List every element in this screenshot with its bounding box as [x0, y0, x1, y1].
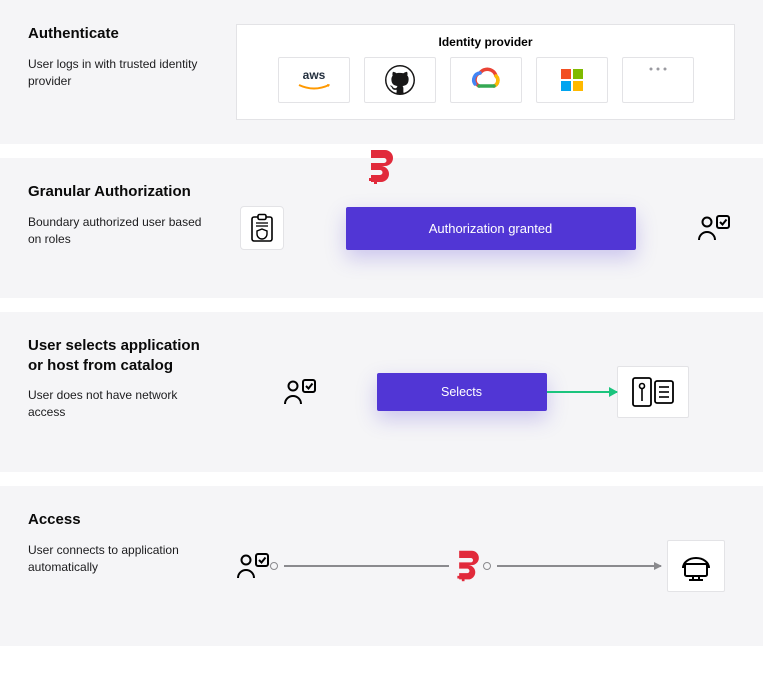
catalog-icon [617, 366, 689, 418]
arrow-green-icon [547, 391, 617, 393]
provider-google-cloud [450, 57, 522, 103]
authorization-desc: Boundary authorized user based on roles [28, 214, 218, 249]
provider-more [622, 57, 694, 103]
section-access: Access User connects to application auto… [0, 486, 763, 646]
user-check-icon [236, 549, 270, 583]
microsoft-icon [560, 68, 584, 92]
authenticate-desc: User logs in with trusted identity provi… [28, 56, 218, 91]
identity-provider-title: Identity provider [253, 35, 718, 49]
ellipsis-icon [648, 66, 668, 72]
section-authenticate: Authenticate User logs in with trusted i… [0, 0, 763, 144]
flow-line-icon [284, 565, 449, 567]
flow-arrow-icon [497, 565, 662, 567]
user-check-icon [283, 375, 317, 409]
authenticate-title: Authenticate [28, 24, 218, 44]
provider-aws: aws [278, 57, 350, 103]
access-desc: User connects to application automatical… [28, 542, 218, 577]
section-selects: User selects application or host from ca… [0, 312, 763, 472]
provider-github [364, 57, 436, 103]
authorization-title: Granular Authorization [28, 182, 218, 202]
boundary-logo-icon [367, 148, 397, 186]
access-title: Access [28, 510, 218, 530]
provider-microsoft [536, 57, 608, 103]
selects-banner: Selects [377, 373, 547, 411]
selects-desc: User does not have network access [28, 387, 218, 422]
github-icon [385, 65, 415, 95]
clipboard-shield-icon [240, 206, 284, 250]
flow-node-icon [270, 562, 278, 570]
svg-text:aws: aws [302, 68, 325, 82]
boundary-logo-icon [455, 549, 483, 583]
identity-provider-panel: Identity provider aws [236, 24, 735, 120]
authorization-banner: Authorization granted [346, 207, 636, 250]
terminal-icon [667, 540, 725, 592]
user-check-icon [697, 211, 731, 245]
google-cloud-icon [469, 66, 503, 94]
flow-node-icon [483, 562, 491, 570]
selects-title: User selects application or host from ca… [28, 336, 218, 375]
aws-icon: aws [292, 67, 336, 93]
